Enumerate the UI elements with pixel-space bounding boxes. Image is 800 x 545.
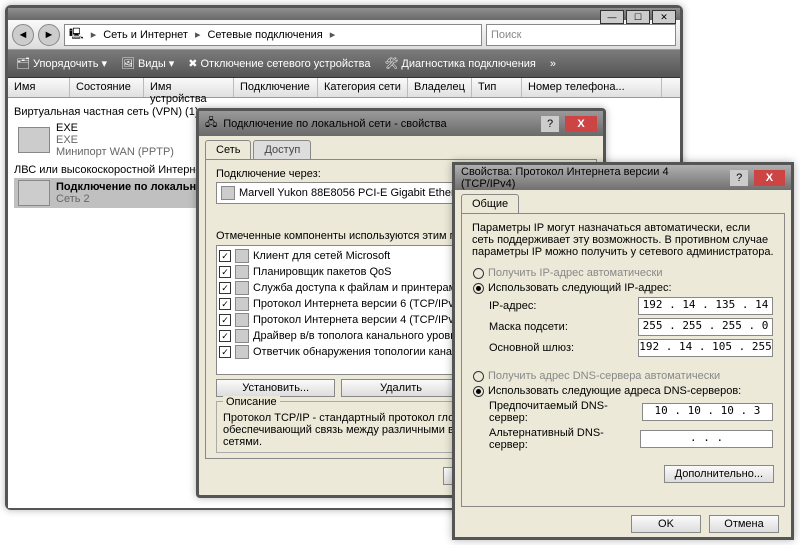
column-headers: ИмяСостояниеИмя устройстваПодключениеКат… [8,78,680,98]
help-button[interactable]: ? [541,116,559,132]
column-header[interactable]: Имя [8,78,70,97]
help-button[interactable]: ? [730,170,747,186]
component-icon [235,313,249,327]
component-label: Драйвер в/в тополога канального уровня [253,330,462,342]
column-header[interactable]: Номер телефона... [522,78,662,97]
network-icon: 🖧 [205,114,217,133]
network-adapter-icon [18,127,50,153]
gateway-label: Основной шлюз: [489,342,574,354]
address-bar: ◄ ► 🖳 Сеть и Интернет Сетевые подключени… [8,20,680,50]
component-label: Планировщик пакетов QoS [253,266,392,278]
component-icon [235,345,249,359]
overflow-chevron[interactable]: » [550,58,556,70]
radio-auto-dns[interactable]: Получить адрес DNS-сервера автоматически [473,370,773,382]
crumb-sep [327,28,339,41]
tcpip-properties-dialog: Свойства: Протокол Интернета версии 4 (T… [452,162,794,540]
breadcrumb[interactable]: 🖳 Сеть и Интернет Сетевые подключения [64,24,482,46]
alt-dns-input[interactable]: . . . [640,430,773,448]
tab-access[interactable]: Доступ [253,140,311,159]
alt-dns-label: Альтернативный DNS-сервер: [489,427,640,451]
subnet-mask-input[interactable]: 255 . 255 . 255 . 0 [638,318,773,336]
tab-general[interactable]: Общие [461,194,519,213]
checkbox[interactable] [219,282,231,294]
column-header[interactable]: Имя устройства [144,78,234,97]
checkbox[interactable] [219,346,231,358]
column-header[interactable]: Подключение [234,78,318,97]
radio-manual-ip[interactable]: Использовать следующий IP-адрес: [473,282,773,294]
command-bar: 🗂Упорядочить ▾ 🖼Виды ▾ ✖Отключение сетев… [8,50,680,78]
radio-auto-ip[interactable]: Получить IP-адрес автоматически [473,267,773,279]
component-label: Протокол Интернета версии 6 (TCP/IPv6) [253,298,464,310]
component-icon [235,265,249,279]
checkbox[interactable] [219,314,231,326]
tab-network[interactable]: Сеть [205,140,251,159]
close-button[interactable]: X [754,170,785,186]
advanced-button[interactable]: Дополнительно... [664,465,774,483]
column-header[interactable]: Категория сети [318,78,408,97]
adapter-icon [221,186,235,200]
pref-dns-input[interactable]: 10 . 10 . 10 . 3 [642,403,773,421]
cancel-button[interactable]: Отмена [709,515,779,533]
component-icon [235,249,249,263]
tab-body: Параметры IP могут назначаться автоматич… [461,213,785,507]
ip-address-input[interactable]: 192 . 14 . 135 . 14 [638,297,773,315]
remove-button[interactable]: Удалить [341,379,460,397]
dialog-titlebar: 🖧 Подключение по локальной сети - свойст… [199,111,603,136]
install-button[interactable]: Установить... [216,379,335,397]
crumb-1[interactable]: Сеть и Интернет [103,29,188,41]
forward-button[interactable]: ► [38,24,60,46]
column-header[interactable]: Состояние [70,78,144,97]
close-button[interactable]: X [565,116,597,132]
crumb-sep [192,28,204,41]
dialog-titlebar: Свойства: Протокол Интернета версии 4 (T… [455,165,791,190]
close-button[interactable]: ✕ [652,10,676,24]
ok-button[interactable]: OK [631,515,701,533]
component-label: Клиент для сетей Microsoft [253,250,390,262]
intro-text: Параметры IP могут назначаться автоматич… [472,222,774,258]
checkbox[interactable] [219,330,231,342]
tab-strip: Сеть Доступ [199,136,603,159]
component-icon [235,297,249,311]
description-title: Описание [223,396,280,408]
minimize-button[interactable]: — [600,10,624,24]
network-adapter-icon [18,180,50,206]
checkbox[interactable] [219,298,231,310]
crumb-2[interactable]: Сетевые подключения [207,29,322,41]
crumb-sep [88,28,100,41]
component-label: Протокол Интернета версии 4 (TCP/IPv4) [253,314,464,326]
dialog-title: Подключение по локальной сети - свойства [223,118,446,130]
folder-icon: 🖳 [69,25,84,44]
ip-label: IP-адрес: [489,300,536,312]
gateway-input[interactable]: 192 . 14 . 105 . 255 [638,339,773,357]
back-button[interactable]: ◄ [12,24,34,46]
column-header[interactable]: Тип [472,78,522,97]
organize-button[interactable]: 🗂Упорядочить ▾ [16,57,107,70]
radio-manual-dns[interactable]: Использовать следующие адреса DNS-сервер… [473,385,773,397]
checkbox[interactable] [219,266,231,278]
dialog-title: Свойства: Протокол Интернета версии 4 (T… [461,166,718,190]
disable-device-button[interactable]: ✖Отключение сетевого устройства [188,57,370,70]
titlebar: — ☐ ✕ [8,8,680,20]
search-input[interactable]: Поиск [486,24,676,46]
pref-dns-label: Предпочитаемый DNS-сервер: [489,400,642,424]
column-header[interactable]: Владелец [408,78,472,97]
maximize-button[interactable]: ☐ [626,10,650,24]
search-placeholder: Поиск [491,29,521,41]
mask-label: Маска подсети: [489,321,568,333]
component-icon [235,329,249,343]
component-icon [235,281,249,295]
views-button[interactable]: 🖼Виды ▾ [121,57,174,70]
connection-name: EXE [56,122,174,134]
diagnose-button[interactable]: 🛠Диагностика подключения [384,57,535,70]
checkbox[interactable] [219,250,231,262]
